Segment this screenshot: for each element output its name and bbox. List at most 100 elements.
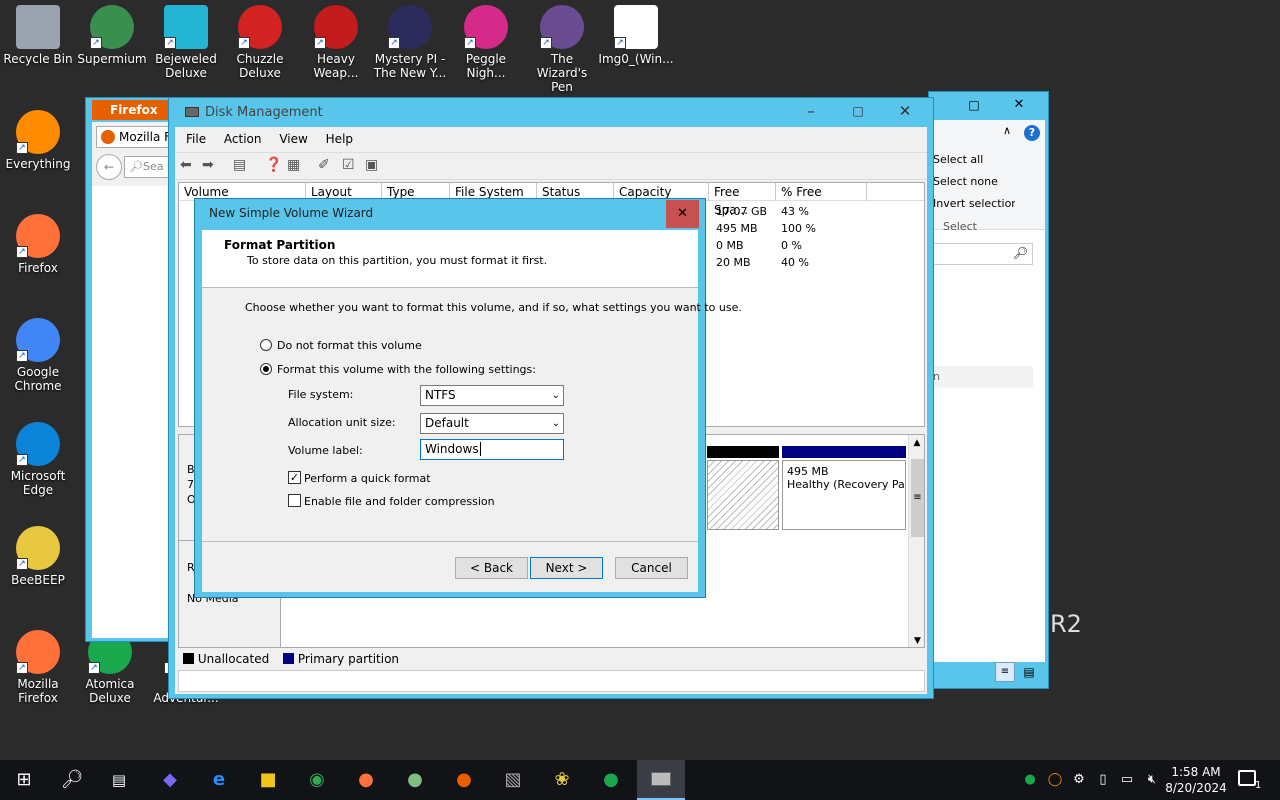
explorer-close-button[interactable]: ✕ xyxy=(1004,94,1034,116)
desktop-icon[interactable]: ↗ Mozilla Firefox xyxy=(0,630,76,705)
desktop-icon[interactable]: ↗ Supermium xyxy=(74,5,150,66)
beebeep-icon[interactable]: ❀ xyxy=(542,765,582,795)
help-book-icon[interactable]: ❓ xyxy=(265,157,282,173)
desktop-icon[interactable]: ↗ Mystery PI - The New Y... xyxy=(372,5,448,80)
desktop-icon[interactable]: ↗ Img0_(Win... xyxy=(598,5,674,66)
menu-view[interactable]: View xyxy=(279,132,307,146)
menu-file[interactable]: File xyxy=(186,132,206,146)
display-icon[interactable]: ▣ xyxy=(365,157,378,173)
quick-format-checkbox[interactable]: ✓ xyxy=(288,471,301,484)
volume-label-input[interactable]: Windows xyxy=(420,439,564,460)
large-icons-view-icon[interactable]: ▤ xyxy=(1019,662,1039,682)
firefox-search-icon: 🔎︎ xyxy=(129,160,143,173)
wizards-pen-icon: ↗ xyxy=(540,5,584,49)
unallocated-partition[interactable] xyxy=(707,460,779,530)
next-button[interactable]: Next > xyxy=(530,557,603,579)
cancel-button[interactable]: Cancel xyxy=(615,557,688,579)
format-label[interactable]: Format this volume with the following se… xyxy=(277,363,536,376)
select-none-item[interactable]: Select none xyxy=(933,175,1013,188)
explorer-search-field[interactable]: 🔎︎ xyxy=(933,243,1033,265)
desktop-icon[interactable]: ↗ Microsoft Edge xyxy=(0,422,76,497)
primary-partition-bar xyxy=(782,446,906,458)
desktop-icon[interactable]: ↗ Google Chrome xyxy=(0,318,76,393)
desktop-icon-label: Microsoft Edge xyxy=(10,469,66,497)
firefox-icon: ↗ xyxy=(16,630,60,674)
explorer-nav-item[interactable]: n xyxy=(933,366,1033,388)
maximize-button[interactable]: □ xyxy=(836,98,880,124)
vertical-scrollbar[interactable]: ▲ ≡ ▼ xyxy=(908,435,924,647)
console-tree-icon[interactable]: ▤ xyxy=(233,157,246,173)
minimize-button[interactable]: – xyxy=(789,98,833,124)
desktop-icon-label: The Wizard's Pen xyxy=(536,52,588,94)
menu-help[interactable]: Help xyxy=(326,132,353,146)
compression-label[interactable]: Enable file and folder compression xyxy=(304,495,495,508)
back-arrow-icon[interactable]: ⬅ xyxy=(180,157,192,173)
chrome-icon[interactable]: ◉ xyxy=(297,765,337,795)
file-explorer-icon[interactable]: ■ xyxy=(248,765,288,795)
format-radio[interactable] xyxy=(260,363,272,375)
search-icon[interactable]: 🔎︎ xyxy=(52,765,92,795)
firefox-back-button[interactable]: ← xyxy=(96,154,122,180)
heavy-weapon-icon: ↗ xyxy=(314,5,358,49)
col-free-space[interactable]: Free Spa... xyxy=(709,183,776,217)
desktop-icon[interactable]: Recycle Bin xyxy=(0,5,76,66)
explorer-maximize-button[interactable]: □ xyxy=(959,94,989,116)
supermium-icon[interactable]: ● xyxy=(395,765,435,795)
firefox-icon[interactable]: ● xyxy=(346,765,386,795)
notification-center-icon[interactable] xyxy=(1238,770,1256,786)
back-button[interactable]: < Back xyxy=(455,557,528,579)
peggle-icon: ↗ xyxy=(464,5,508,49)
utorrent-icon[interactable]: ● xyxy=(591,765,631,795)
select-all-item[interactable]: Select all xyxy=(933,153,1013,166)
allocation-unit-select[interactable]: Default ⌄ xyxy=(420,413,564,434)
desktop-icon[interactable]: ↗ Bejeweled Deluxe xyxy=(148,5,224,80)
volume-muted-icon[interactable]: 🔇︎ xyxy=(1137,765,1167,795)
compression-checkbox[interactable] xyxy=(288,494,301,507)
app-icon[interactable]: ▧ xyxy=(493,765,533,795)
task-view-icon[interactable]: ▤ xyxy=(99,765,139,795)
col-percent-free[interactable]: % Free xyxy=(776,183,867,201)
invert-selection-item[interactable]: Invert selection xyxy=(933,197,1015,210)
legend-unallocated-swatch xyxy=(183,653,194,664)
quick-format-label[interactable]: Perform a quick format xyxy=(304,472,431,485)
file-system-select[interactable]: NTFS ⌄ xyxy=(420,385,564,406)
explorer-collapse-icon[interactable]: ∧ xyxy=(1003,124,1011,137)
clock[interactable]: 1:58 AM 8/20/2024 xyxy=(1165,764,1227,796)
notification-count: 1 xyxy=(1255,780,1262,791)
desktop-icon[interactable]: ↗ Everything xyxy=(0,110,76,171)
start-button[interactable]: ⊞ xyxy=(4,765,44,795)
connect-icon[interactable]: ✐ xyxy=(318,157,330,173)
checklist-icon[interactable]: ☑ xyxy=(342,157,355,173)
disk-management-task[interactable] xyxy=(637,760,685,800)
toolbar: ⬅ ➡ ▤ ❓ ▦ ✐ ☑ ▣ xyxy=(175,152,927,180)
desktop-icon[interactable]: ↗ The Wizard's Pen xyxy=(524,5,600,94)
details-view-icon[interactable]: ≡ xyxy=(995,662,1015,682)
new-simple-volume-wizard: New Simple Volume Wizard ✕ Format Partit… xyxy=(194,198,742,598)
forward-arrow-icon[interactable]: ➡ xyxy=(202,157,214,173)
help-icon[interactable]: ? xyxy=(1024,125,1040,141)
desktop-icon[interactable]: ↗ Firefox xyxy=(0,214,76,275)
shortcut-arrow-icon: ↗ xyxy=(314,37,326,49)
properties-icon[interactable]: ▦ xyxy=(287,157,300,173)
desktop-icon[interactable]: ↗ BeeBEEP xyxy=(0,526,76,587)
explorer-window: □ ✕ ∧ ? Select all Select none Invert se… xyxy=(928,91,1049,689)
desktop-icon[interactable]: ↗ Peggle Nigh... xyxy=(448,5,524,80)
shortcut-arrow-icon: ↗ xyxy=(164,37,176,49)
desktop-icon-label: Mystery PI - The New Y... xyxy=(373,52,447,80)
no-format-label[interactable]: Do not format this volume xyxy=(277,339,422,352)
desktop-icon-label: Firefox xyxy=(18,261,58,275)
desktop-icon[interactable]: ↗ Heavy Weap... xyxy=(298,5,374,80)
copilot-icon[interactable]: ◆ xyxy=(150,765,190,795)
desktop-icon[interactable]: ↗ Chuzzle Deluxe xyxy=(222,5,298,80)
close-button[interactable]: ✕ xyxy=(883,98,927,124)
desktop-icon-label: Google Chrome xyxy=(14,365,62,393)
wizard-close-button[interactable]: ✕ xyxy=(666,200,699,228)
firefox-menu-button[interactable]: Firefox xyxy=(92,100,172,120)
firefox-icon[interactable]: ● xyxy=(444,765,484,795)
internet-explorer-icon[interactable]: e xyxy=(199,765,239,795)
taskbar: ⊞ 🔎︎ ▤ ◆ e ■ ◉ ● ● ● ▧ ❀ ● ● ◯ ⚙ ▯ ▭ 🔇︎ … xyxy=(0,760,1280,800)
explorer-search-icon: 🔎︎ xyxy=(1012,246,1028,260)
recovery-partition[interactable]: 495 MB Healthy (Recovery Pa xyxy=(782,460,906,530)
no-format-radio[interactable] xyxy=(260,339,272,351)
menu-action[interactable]: Action xyxy=(224,132,262,146)
